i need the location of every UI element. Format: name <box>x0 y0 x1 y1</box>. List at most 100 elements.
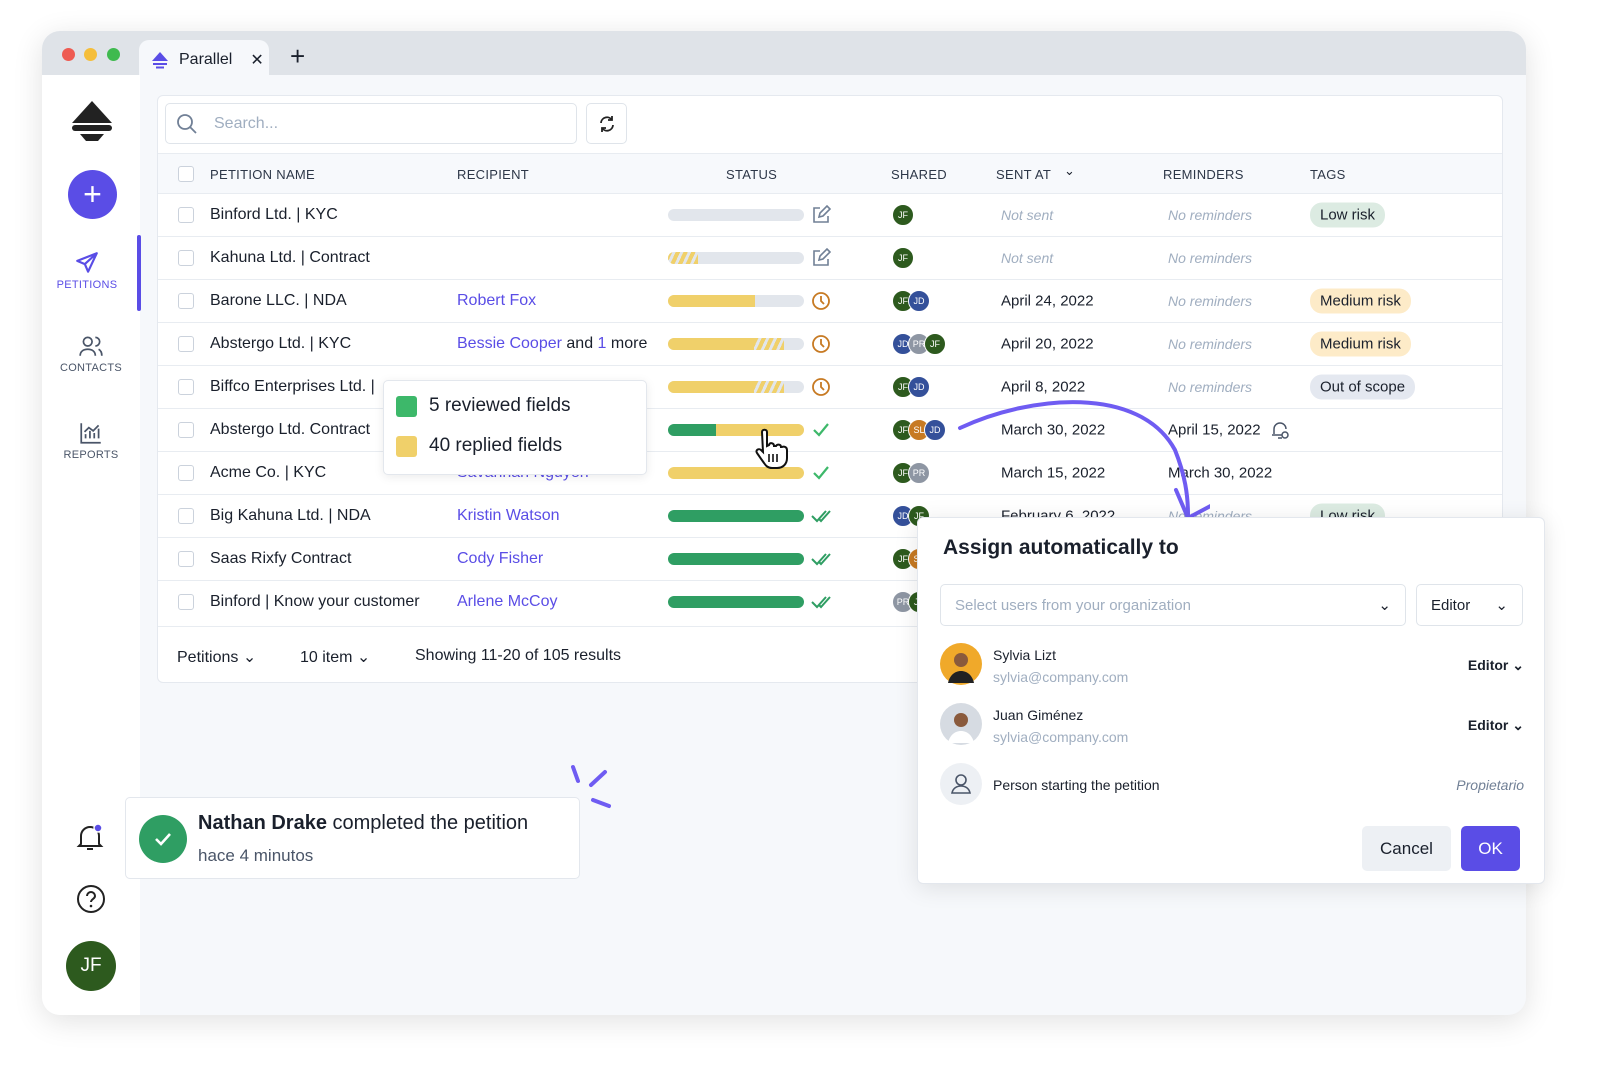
user-avatar[interactable]: JF <box>66 941 116 991</box>
table-row[interactable]: Acme Co. | KYCSavannah Nguyen JFPR March… <box>158 451 1502 494</box>
petition-name[interactable]: Barone LLC. | NDA <box>210 292 347 310</box>
status-progress-bar[interactable] <box>668 381 804 393</box>
recipient-link[interactable]: Arlene McCoy <box>457 593 557 610</box>
status-progress-bar[interactable] <box>668 596 804 608</box>
tag-badge[interactable]: Out of scope <box>1310 374 1416 400</box>
table-row[interactable]: Barone LLC. | NDA Robert Fox JF JD April 2… <box>158 279 1502 322</box>
role-select-value: Editor <box>1431 596 1471 614</box>
notifications-bell-icon[interactable] <box>76 823 104 853</box>
shared-user-avatar[interactable]: JD <box>924 419 946 441</box>
sparkle-decoration-icon <box>571 765 611 808</box>
table-row[interactable]: Binford Ltd. | KYC JF Not sent No remind… <box>158 193 1502 236</box>
row-checkbox[interactable] <box>178 336 194 352</box>
search-placeholder: Search... <box>214 114 279 132</box>
close-window-button[interactable] <box>62 48 75 61</box>
row-checkbox[interactable] <box>178 594 194 610</box>
petition-name[interactable]: Big Kahuna Ltd. | NDA <box>210 507 371 525</box>
maximize-window-button[interactable] <box>107 48 120 61</box>
role-select[interactable]: Editor ⌄ <box>1416 584 1523 626</box>
petition-name[interactable]: Biffco Enterprises Ltd. | <box>210 378 375 396</box>
tag-badge[interactable]: Medium risk <box>1310 331 1411 357</box>
search-input[interactable]: Search... <box>165 103 577 144</box>
ok-button[interactable]: OK <box>1461 826 1520 871</box>
petition-type-select[interactable]: Petitions ⌄ <box>177 647 256 667</box>
shared-user-avatar[interactable]: JD <box>908 376 930 398</box>
status-progress-bar[interactable] <box>668 252 804 264</box>
new-tab-button[interactable]: + <box>290 41 305 72</box>
minimize-window-button[interactable] <box>84 48 97 61</box>
user-role-select[interactable]: Editor ⌄ <box>1468 657 1524 674</box>
status-progress-bar[interactable] <box>668 510 804 522</box>
row-checkbox[interactable] <box>178 465 194 481</box>
double-check-icon <box>811 592 833 612</box>
user-select-input[interactable]: Select users from your organization ⌄ <box>940 584 1406 626</box>
recipient-link[interactable]: Bessie Cooper <box>457 335 562 352</box>
status-progress-bar[interactable] <box>668 338 804 350</box>
recipient-link[interactable]: Cody Fisher <box>457 550 543 567</box>
check-icon <box>811 463 831 483</box>
user-list-item: Sylvia Lizt sylvia@company.com Editor ⌄ <box>940 643 1524 689</box>
status-progress-bar[interactable] <box>668 209 804 221</box>
row-checkbox[interactable] <box>178 293 194 309</box>
petition-name[interactable]: Abstergo Ltd. Contract <box>210 421 370 439</box>
shared-user-avatar[interactable]: JF <box>892 247 914 269</box>
table-row[interactable]: Abstergo Ltd. Contract JF SL JD March 30, … <box>158 408 1502 451</box>
petition-name[interactable]: Acme Co. | KYC <box>210 464 326 482</box>
create-petition-button[interactable]: + <box>68 170 117 219</box>
title-bar: Parallel ✕ + <box>42 31 1526 80</box>
column-header-sent-at[interactable]: SENT AT <box>996 167 1051 182</box>
status-progress-bar[interactable] <box>668 295 804 307</box>
cancel-button[interactable]: Cancel <box>1362 826 1451 871</box>
status-tooltip: 5 reviewed fields 40 replied fields <box>383 380 647 475</box>
row-checkbox[interactable] <box>178 207 194 223</box>
user-role-select[interactable]: Editor ⌄ <box>1468 717 1524 734</box>
browser-tab[interactable]: Parallel ✕ <box>139 40 269 80</box>
row-checkbox[interactable] <box>178 422 194 438</box>
column-header-reminders[interactable]: REMINDERS <box>1163 167 1244 182</box>
sidebar-item-contacts[interactable]: CONTACTS <box>42 333 140 374</box>
shared-user-avatar[interactable]: PR <box>908 462 930 484</box>
table-row[interactable]: Biffco Enterprises Ltd. | JF JD April 8, … <box>158 365 1502 408</box>
row-checkbox[interactable] <box>178 551 194 567</box>
sidebar-item-reports[interactable]: REPORTS <box>42 420 140 461</box>
column-header-recipient[interactable]: RECIPIENT <box>457 167 529 182</box>
table-row[interactable]: Abstergo Ltd. | KYC Bessie Cooper and 1 m… <box>158 322 1502 365</box>
tag-badge[interactable]: Medium risk <box>1310 288 1411 314</box>
column-header-shared[interactable]: SHARED <box>891 167 947 182</box>
petition-name[interactable]: Saas Rixfy Contract <box>210 550 351 568</box>
user-email: sylvia@company.com <box>993 669 1129 685</box>
active-indicator <box>137 235 141 311</box>
page-size-select[interactable]: 10 item ⌄ <box>300 647 370 667</box>
petition-name[interactable]: Binford Ltd. | KYC <box>210 206 338 224</box>
shared-user-avatar[interactable]: JF <box>924 333 946 355</box>
reminder-settings-icon[interactable] <box>1270 420 1290 440</box>
refresh-button[interactable] <box>586 103 627 144</box>
column-header-petition-name[interactable]: PETITION NAME <box>210 167 315 182</box>
column-header-status[interactable]: STATUS <box>726 167 777 182</box>
sidebar-item-petitions[interactable]: PETITIONS <box>42 250 136 291</box>
recipient-tail: more <box>606 335 648 352</box>
row-checkbox[interactable] <box>178 379 194 395</box>
close-tab-icon[interactable]: ✕ <box>250 50 263 70</box>
select-all-checkbox[interactable] <box>178 166 194 182</box>
recipient-link[interactable]: Robert Fox <box>457 292 536 309</box>
recipient-link[interactable]: Kristin Watson <box>457 507 560 524</box>
petition-name[interactable]: Binford | Know your customer <box>210 593 420 611</box>
help-icon[interactable] <box>76 884 106 914</box>
shared-user-avatar[interactable]: JD <box>908 290 930 312</box>
petition-name[interactable]: Kahuna Ltd. | Contract <box>210 249 370 267</box>
green-legend-swatch <box>396 395 417 417</box>
column-header-tags[interactable]: TAGS <box>1310 167 1346 182</box>
reminders: No reminders <box>1168 336 1253 352</box>
status-progress-bar[interactable] <box>668 553 804 565</box>
shared-user-avatar[interactable]: JF <box>892 204 914 226</box>
petition-name[interactable]: Abstergo Ltd. | KYC <box>210 335 351 353</box>
user-email: sylvia@company.com <box>993 729 1129 745</box>
row-checkbox[interactable] <box>178 250 194 266</box>
chevron-down-icon: ⌄ <box>242 649 257 666</box>
user-name: Juan Giménez <box>993 707 1084 723</box>
table-row[interactable]: Kahuna Ltd. | Contract JF Not sent No re… <box>158 236 1502 279</box>
sort-chevron-icon[interactable]: ⌄ <box>1064 163 1075 179</box>
tag-badge[interactable]: Low risk <box>1310 202 1386 228</box>
row-checkbox[interactable] <box>178 508 194 524</box>
